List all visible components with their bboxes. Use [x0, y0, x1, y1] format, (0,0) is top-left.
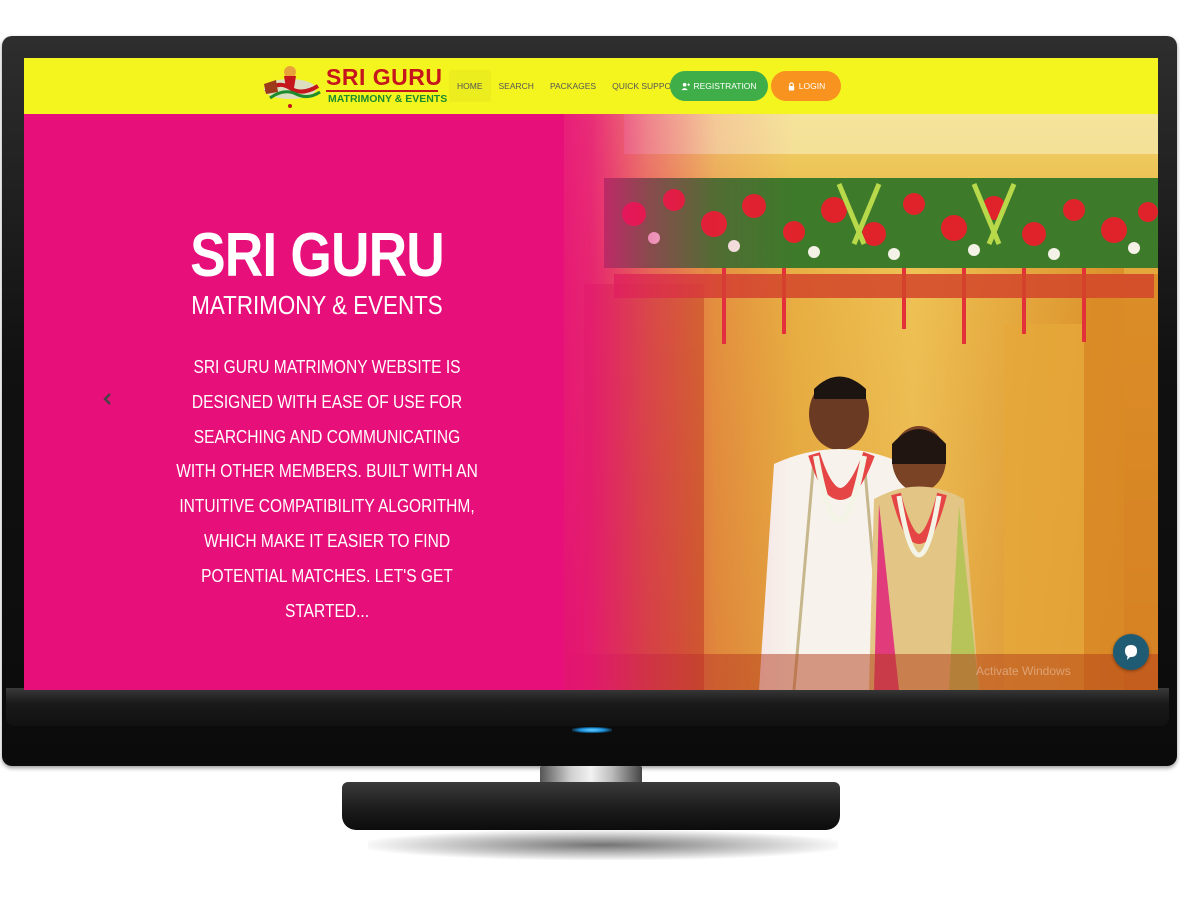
logo-subtitle: MATRIMONY & EVENTS [328, 93, 448, 105]
navbar: SRI GURU MATRIMONY & EVENTS HOME SEARCH … [24, 58, 1158, 114]
nav-menu: HOME SEARCH PACKAGES QUICK SUPPORT [449, 58, 700, 114]
login-label: LOGIN [798, 81, 826, 91]
chat-bubble-icon [1125, 645, 1137, 660]
user-add-icon [681, 82, 691, 90]
login-button[interactable]: LOGIN [771, 71, 841, 101]
chevron-left-icon [103, 393, 111, 405]
nav-packages[interactable]: PACKAGES [542, 70, 604, 102]
logo-title: SRI GURU [326, 64, 443, 90]
logo-emblem-icon [264, 66, 321, 108]
lock-icon [788, 81, 794, 91]
power-led [572, 727, 612, 733]
registration-button[interactable]: REGISTRATION [670, 71, 768, 101]
nav-home[interactable]: HOME [449, 70, 491, 102]
carousel-prev-button[interactable] [100, 390, 116, 410]
hero-carousel: SRI GURU MATRIMONY & EVENTS SRI GURU MAT… [24, 114, 1158, 690]
hero-description: SRI GURU MATRIMONY WEBSITE IS DESIGNED W… [176, 356, 478, 621]
nav-search[interactable]: SEARCH [491, 70, 542, 102]
hero-subtitle: MATRIMONY & EVENTS [191, 290, 443, 320]
stand-shadow [368, 830, 838, 860]
hero-title: SRI GURU [190, 221, 445, 290]
monitor-bezel [6, 688, 1169, 726]
logo-divider [326, 90, 438, 92]
registration-label: REGISTRATION [693, 81, 757, 91]
monitor-stand [342, 782, 840, 830]
activate-windows-watermark: Activate Windows [976, 664, 1071, 678]
site-logo[interactable]: SRI GURU MATRIMONY & EVENTS [260, 62, 447, 112]
chat-widget-button[interactable] [1113, 634, 1149, 670]
monitor-screen: SRI GURU MATRIMONY & EVENTS HOME SEARCH … [24, 58, 1158, 690]
